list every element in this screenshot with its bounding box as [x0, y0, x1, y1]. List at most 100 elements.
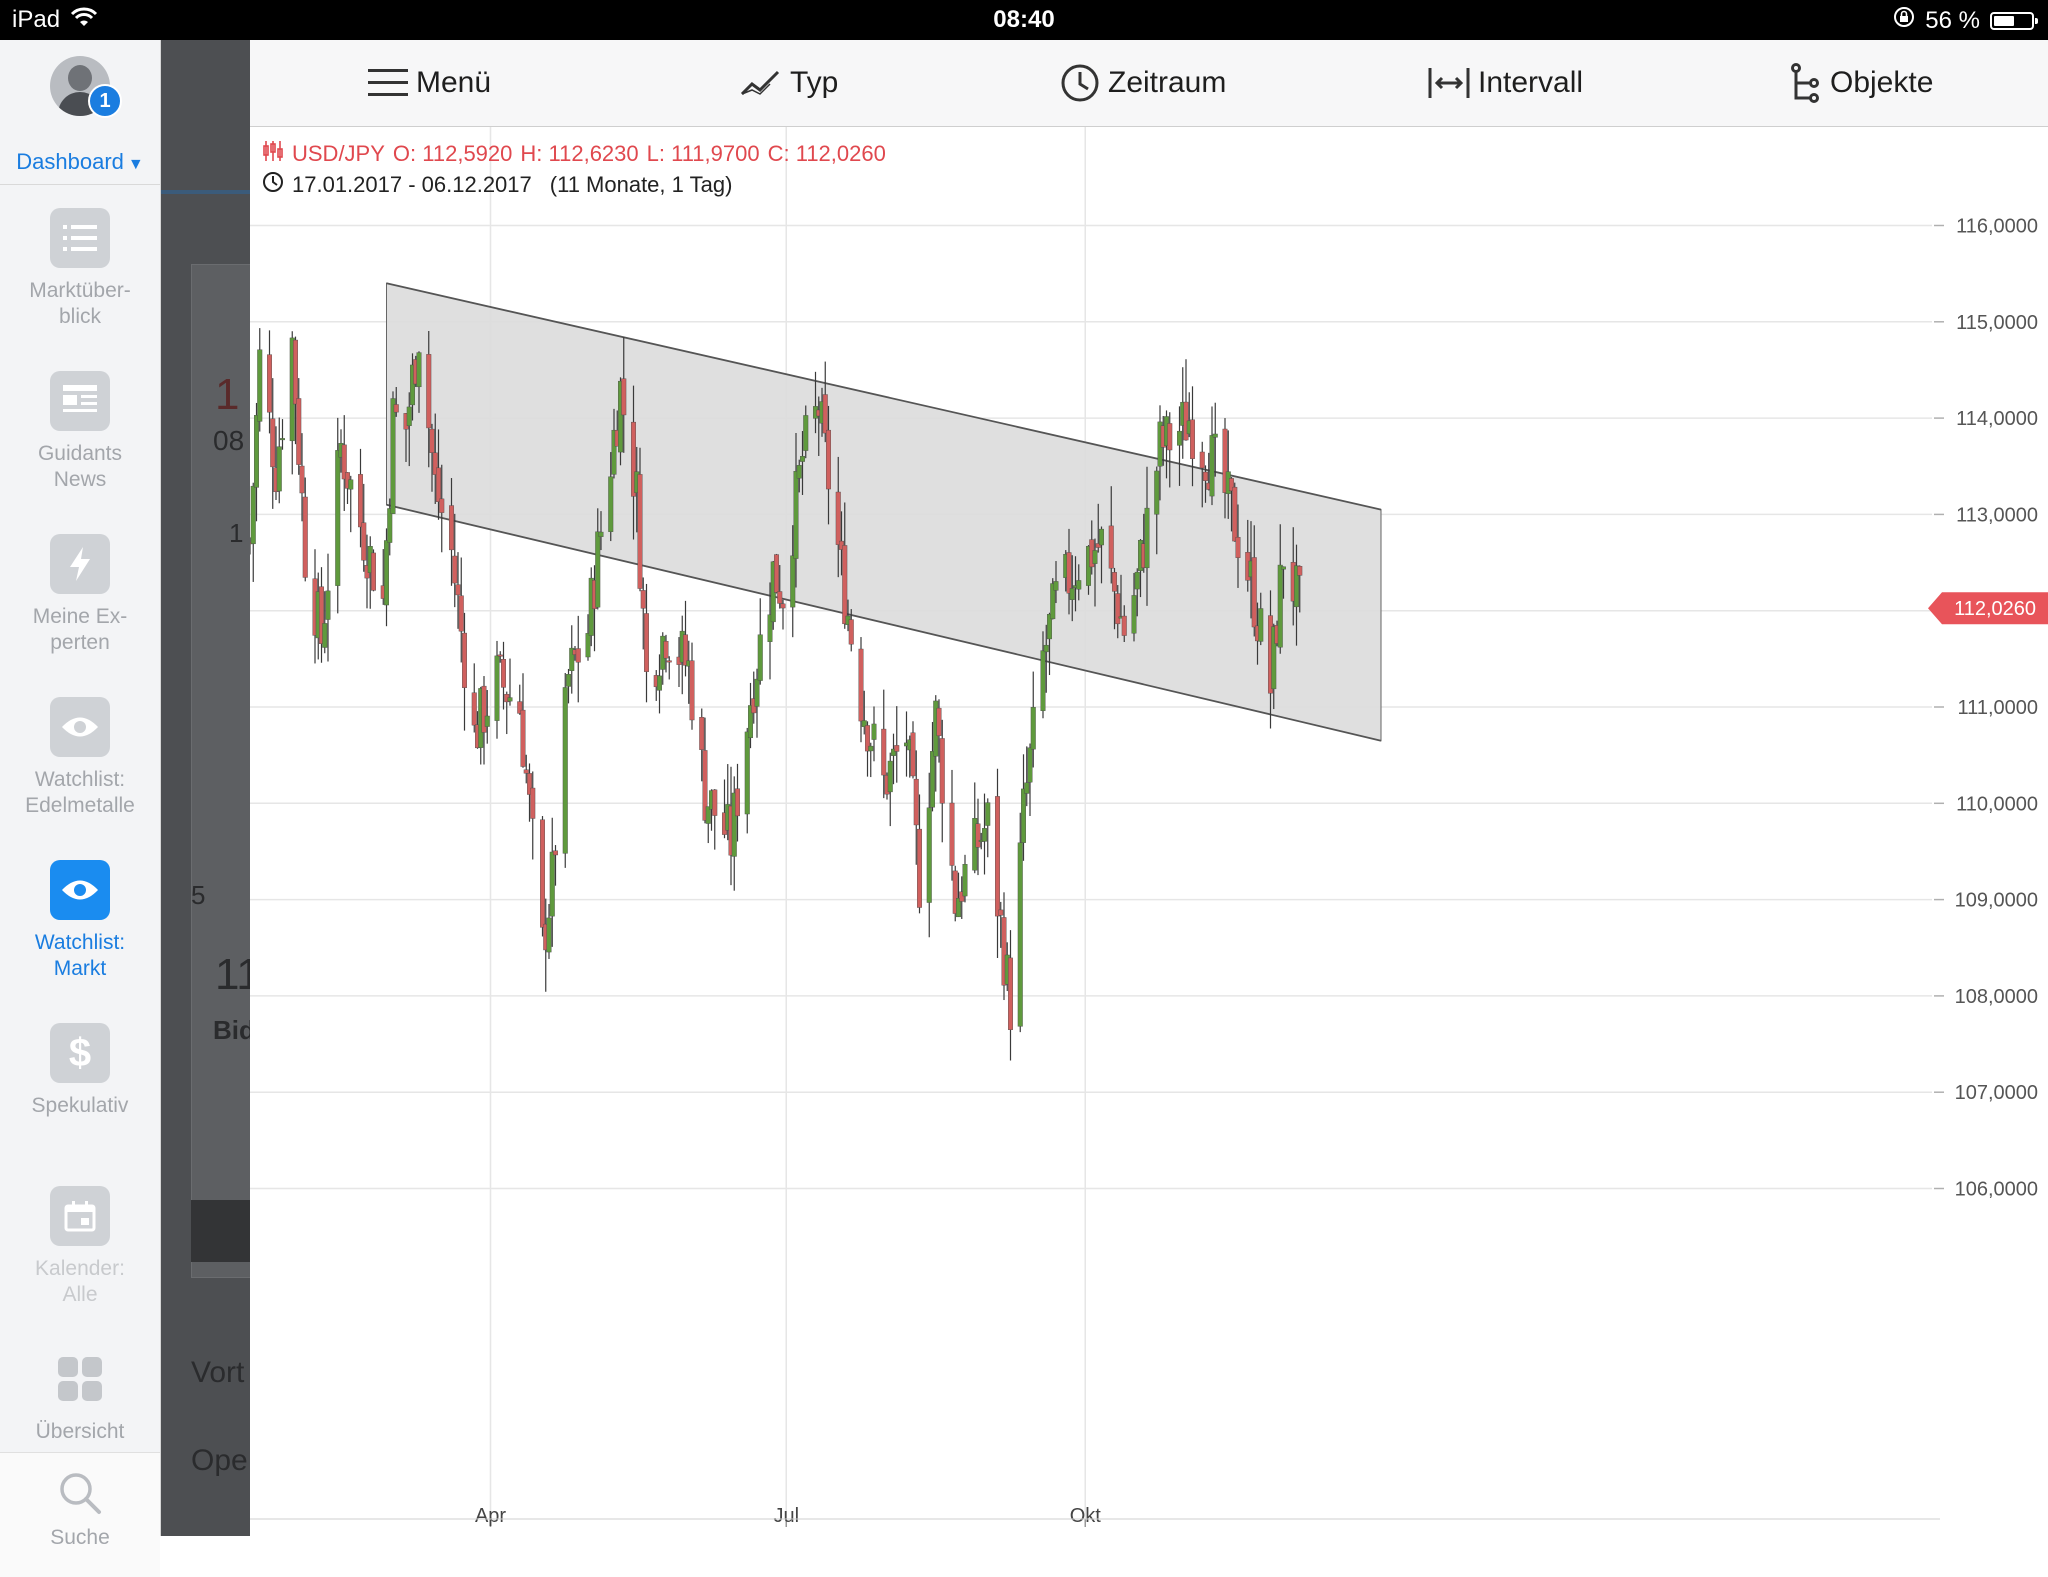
candle-body [325, 590, 331, 620]
candle-body [1092, 550, 1098, 564]
candle-body [455, 584, 461, 596]
candle-body [1199, 451, 1205, 469]
status-bar: iPad 08:40 56 % [0, 0, 2048, 40]
candle-body [780, 603, 786, 609]
sidebar-item-label: Guidants [37, 442, 123, 465]
candle-body [1112, 572, 1118, 592]
sidebar-item-kalender-alle[interactable]: Kalender: Alle [0, 1186, 160, 1336]
x-tick-label: Apr [475, 1505, 506, 1527]
sidebar-item-label: Watchlist: [34, 768, 126, 791]
candle-body [426, 354, 432, 429]
sidebar-item-guidants-news[interactable]: Guidants News [0, 371, 160, 521]
line-chart-icon [740, 68, 782, 98]
candle-body [936, 707, 942, 736]
candle-body [458, 595, 464, 632]
y-tick-label: 109,0000 [1955, 890, 2038, 912]
candle-body [1190, 419, 1196, 459]
candle-body [1099, 528, 1105, 546]
chart-type-button[interactable]: Typ [740, 40, 838, 126]
candle-body [621, 378, 627, 416]
candle-body [296, 398, 302, 465]
type-label: Typ [790, 66, 839, 99]
hamburger-icon [368, 68, 408, 98]
list-icon [50, 208, 110, 268]
candle-body [1076, 580, 1082, 590]
sidebar-item-label: Alle [62, 1283, 98, 1306]
candle-body [666, 660, 672, 663]
sidebar-item-label: Übersicht [35, 1420, 125, 1443]
candle-body [777, 591, 783, 604]
candle-body [835, 491, 841, 545]
candle-body [530, 787, 536, 819]
candle-body [267, 354, 273, 413]
caret-down-icon: ▼ [127, 156, 144, 173]
candle-body [774, 554, 780, 593]
sidebar-item-label: Markt [53, 957, 107, 980]
candle-body [985, 802, 991, 826]
objects-button[interactable]: Objekte [1790, 40, 1933, 126]
objects-label: Objekte [1830, 66, 1934, 99]
candle-body [894, 745, 900, 752]
candle-body [335, 450, 341, 586]
candle-body [842, 545, 848, 625]
search-button[interactable]: Suche [0, 1452, 160, 1577]
candle-body [962, 864, 968, 897]
dashboard-selector[interactable]: Dashboard ▼ [0, 140, 160, 185]
sidebar-item-watchlist-markt[interactable]: Watchlist: Markt [0, 860, 160, 1010]
candlestick-chart[interactable]: 116,0000115,0000114,0000113,0000112,0000… [250, 127, 2048, 1536]
sidebar-item-label: Watchlist: [34, 931, 126, 954]
candle-body [1066, 552, 1072, 594]
candle-body [949, 802, 955, 866]
chart-area[interactable]: 116,0000115,0000114,0000113,0000112,0000… [250, 127, 2048, 1536]
candle-body [881, 728, 887, 776]
candle-body [1008, 957, 1014, 1030]
candle-body [1203, 471, 1209, 481]
sidebar-item-label: Kalender: [35, 1257, 125, 1280]
candle-body [1209, 435, 1215, 497]
menu-label: Menü [416, 66, 492, 99]
candle-body [790, 555, 796, 608]
background-fragment: Ope [191, 1444, 248, 1477]
background-fragment: Bid [213, 1015, 250, 1045]
candle-body [712, 789, 718, 816]
candle-body [361, 522, 367, 561]
ohlc-legend: USD/JPY O: 112,5920 H: 112,6230 L: 111,9… [262, 140, 886, 168]
chart-toolbar: Menü Typ Zeitraum Intervall Objekte [250, 40, 2048, 127]
candle-body [322, 623, 328, 648]
candle-body [637, 474, 643, 589]
candle-body [744, 731, 750, 815]
sidebar-item-watchlist-edelmetalle[interactable]: Watchlist: Edelmetalle [0, 697, 160, 847]
menu-button[interactable]: Menü [368, 40, 491, 126]
candle-body [439, 498, 445, 513]
background-fragment: 1 [215, 370, 240, 419]
candle-body [1212, 433, 1218, 438]
sidebar-item-spekulativ[interactable]: $ Spekulativ [0, 1023, 160, 1173]
candle-body [689, 660, 695, 721]
candle-body [910, 732, 916, 777]
candle-body [858, 648, 864, 722]
candle-body [608, 476, 614, 532]
interval-button[interactable]: Intervall [1428, 40, 1583, 126]
candle-body [357, 474, 363, 528]
candle-body [1297, 566, 1303, 576]
candle-body [520, 709, 526, 767]
candle-body [887, 760, 893, 793]
candle-body [800, 456, 806, 462]
candle-body [253, 415, 259, 488]
period-button[interactable]: Zeitraum [1060, 40, 1226, 126]
candle-body [257, 349, 263, 422]
candle-body [471, 692, 477, 726]
candle-body [497, 654, 503, 657]
candle-body [523, 769, 529, 774]
candle-body [461, 632, 467, 688]
candle-body [1053, 581, 1059, 591]
candle-body [982, 828, 988, 842]
candle-body [452, 555, 458, 584]
y-tick-label: 107,0000 [1955, 1082, 2038, 1104]
background-fragment: 11 [215, 950, 250, 999]
candle-body [1258, 608, 1264, 642]
sidebar-item-meine-experten[interactable]: Meine Ex-perten [0, 534, 160, 684]
sidebar-item-marktueberblick[interactable]: Marktüber-blick [0, 208, 160, 358]
candle-body [926, 807, 932, 903]
dollar-icon: $ [50, 1023, 110, 1083]
